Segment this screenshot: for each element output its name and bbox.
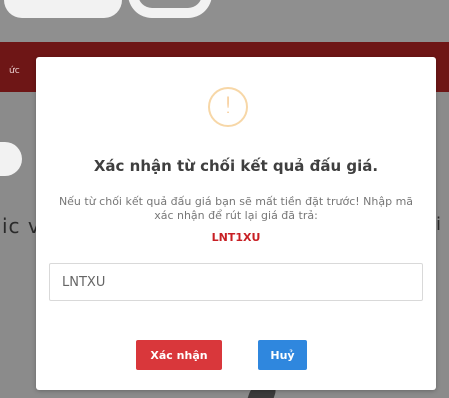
- confirm-dialog: ! Xác nhận từ chối kết quả đấu giá. Nếu …: [36, 57, 436, 390]
- background-text-right: i: [436, 214, 442, 235]
- dialog-title: Xác nhận từ chối kết quả đấu giá.: [93, 157, 379, 175]
- warning-icon: !: [208, 87, 248, 127]
- dialog-description: Nếu từ chối kết quả đấu giá bạn sẽ mất t…: [58, 195, 414, 222]
- warning-mark: !: [223, 94, 233, 119]
- confirmation-code-input[interactable]: [49, 263, 423, 301]
- background-shape: [4, 0, 122, 18]
- background-header-text: ức: [9, 66, 20, 76]
- confirmation-code: LNT1XU: [211, 231, 261, 244]
- cancel-button[interactable]: Huỷ: [258, 340, 307, 370]
- background-text-left: ic v: [2, 214, 41, 238]
- confirm-button[interactable]: Xác nhận: [136, 340, 222, 370]
